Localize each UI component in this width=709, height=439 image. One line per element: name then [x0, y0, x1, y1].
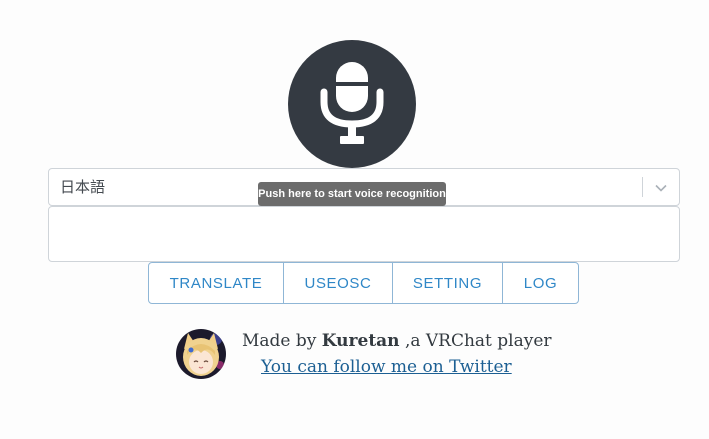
language-select-value: 日本語 — [60, 178, 106, 196]
credit-prefix: Made by — [242, 331, 322, 351]
credit-text: Made by Kuretan ,a VRChat player — [242, 331, 552, 351]
microphone-icon — [320, 62, 384, 144]
translate-button[interactable]: TRANSLATE — [148, 262, 284, 304]
mic-tooltip: Push here to start voice recognition — [258, 182, 446, 206]
author-name: Kuretan — [321, 331, 400, 351]
chevron-down-icon[interactable] — [653, 180, 669, 196]
twitter-link[interactable]: You can follow me on Twitter — [261, 357, 512, 377]
useosc-button[interactable]: USEOSC — [283, 262, 393, 304]
voice-recognition-button[interactable] — [288, 40, 416, 168]
select-separator — [642, 177, 643, 197]
avatar — [176, 329, 226, 379]
page: 日本語 Push here to start voice recognition… — [0, 0, 709, 439]
recognized-text-field[interactable] — [48, 206, 680, 262]
log-button[interactable]: LOG — [502, 262, 579, 304]
setting-button[interactable]: SETTING — [392, 262, 503, 304]
credit-suffix: ,a VRChat player — [399, 331, 552, 351]
action-button-group: TRANSLATE USEOSC SETTING LOG — [148, 262, 579, 304]
